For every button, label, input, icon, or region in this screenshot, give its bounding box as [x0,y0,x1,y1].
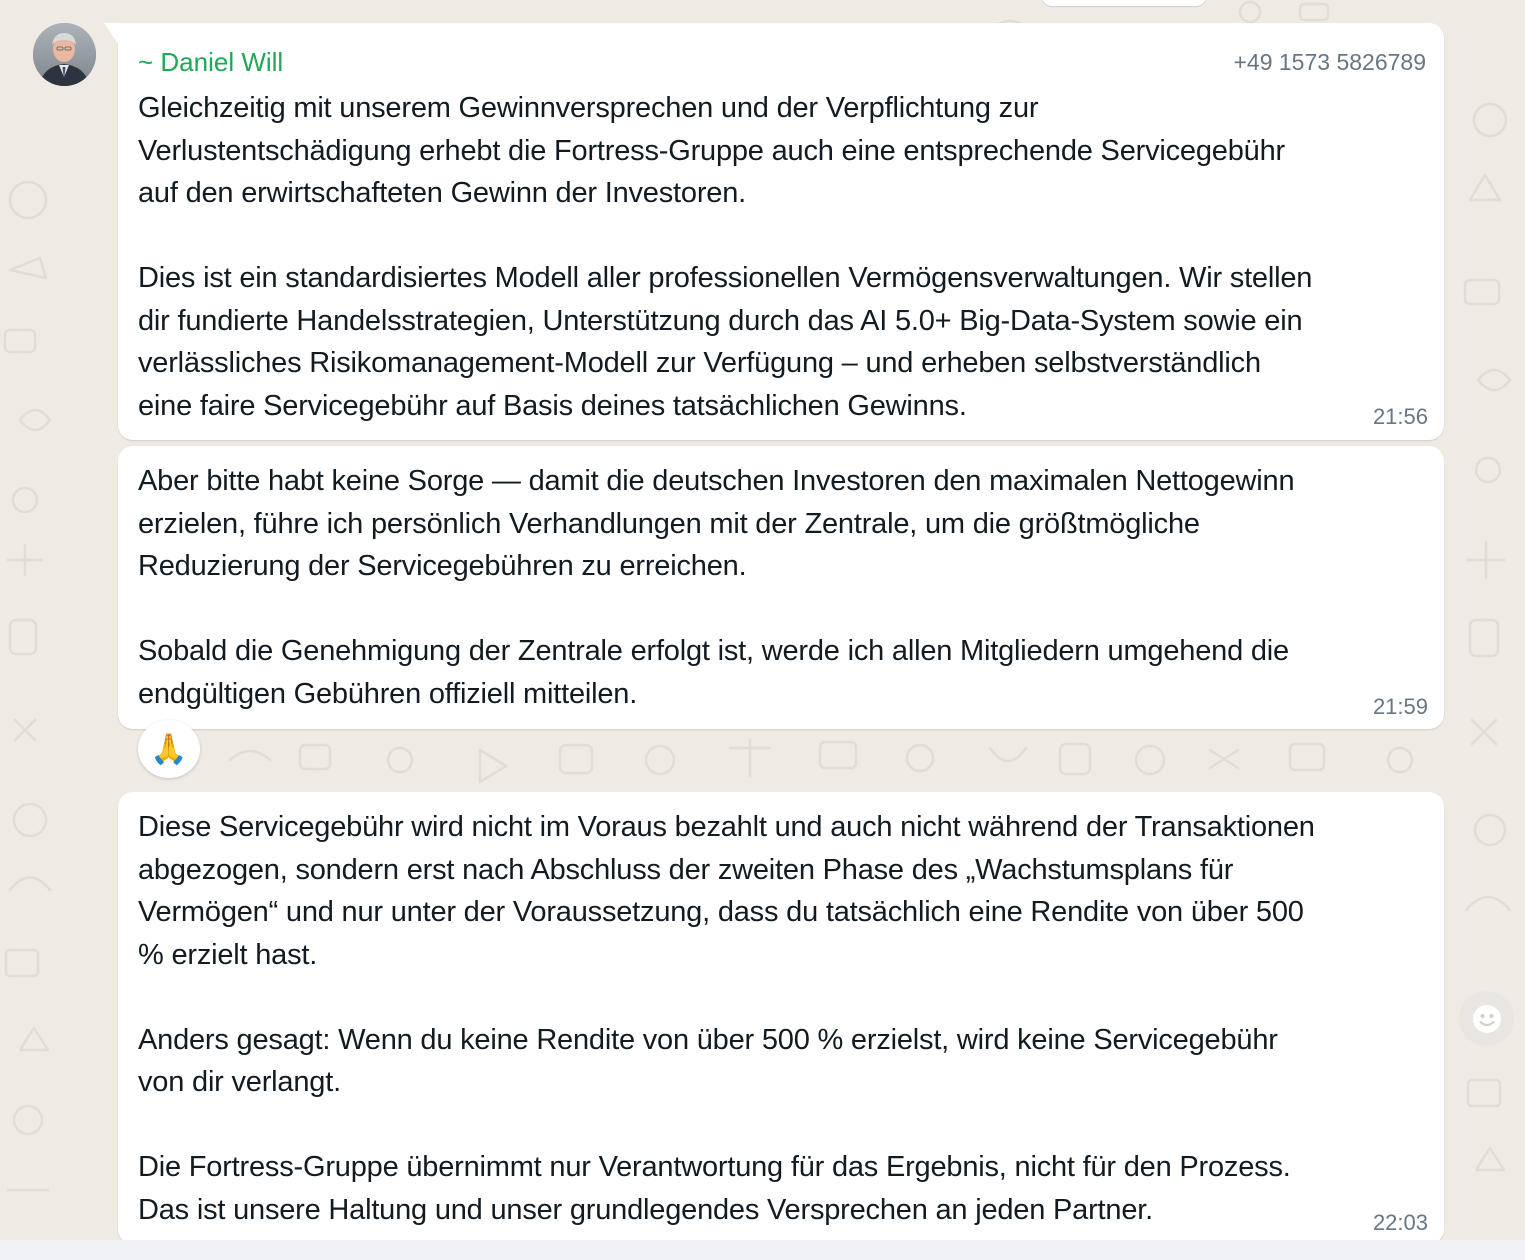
smiley-icon [1472,1004,1501,1033]
message-reaction[interactable]: 🙏 [138,720,200,778]
sender-header: ~ Daniel Will +49 1573 5826789 [138,47,1426,79]
message-bubble[interactable]: Diese Servicegebühr wird nicht im Voraus… [118,792,1444,1244]
composer-edge [0,1240,1525,1260]
message-text: Diese Servicegebühr wird nicht im Voraus… [138,811,1315,1226]
message-bubble[interactable]: ~ Daniel Will +49 1573 5826789 Gleichzei… [104,23,1444,440]
profile-photo-icon [33,23,96,86]
message-time: 21:56 [1372,404,1428,429]
message-text: Aber bitte habt keine Sorge — damit die … [138,465,1295,710]
message-text: Gleichzeitig mit unserem Gewinnversprech… [138,92,1313,422]
message-time: 22:03 [1372,1210,1428,1235]
folded-hands-emoji: 🙏 [150,731,188,767]
bubble-tail [104,23,119,45]
avatar[interactable] [33,23,96,86]
sender-name[interactable]: ~ Daniel Will [138,47,283,78]
sender-phone[interactable]: +49 1573 5826789 [1233,49,1426,76]
date-divider-pill [1042,0,1206,6]
emoji-reaction-button[interactable] [1459,991,1514,1046]
message-time: 21:59 [1372,694,1428,719]
message-bubble[interactable]: Aber bitte habt keine Sorge — damit die … [118,446,1444,729]
